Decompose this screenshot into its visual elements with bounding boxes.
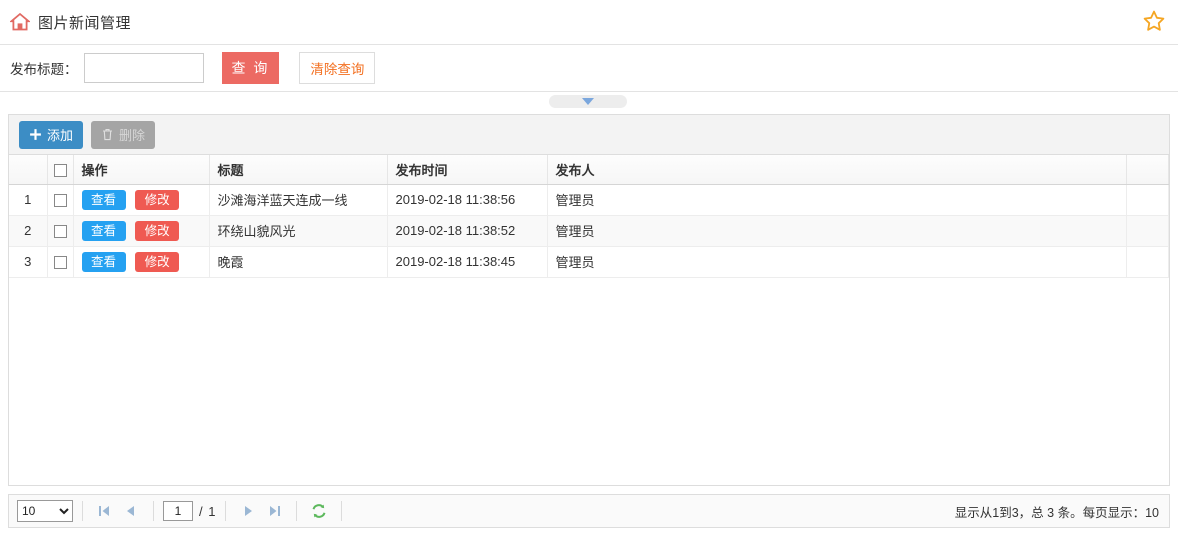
- chevron-down-icon: [582, 98, 594, 105]
- row-publish-time: 2019-02-18 11:38:52: [387, 215, 548, 247]
- row-publish-time: 2019-02-18 11:38:56: [387, 184, 548, 216]
- row-select-cell: [47, 215, 74, 247]
- select-all-checkbox[interactable]: [53, 163, 67, 177]
- edit-button[interactable]: 修改: [135, 189, 180, 210]
- add-button[interactable]: 添加: [19, 120, 84, 149]
- col-header-title: 标题: [209, 155, 388, 185]
- row-title: 晚霞: [209, 246, 388, 278]
- delete-button[interactable]: 删除: [91, 120, 156, 149]
- col-header-select-all: [47, 155, 74, 185]
- edit-button[interactable]: 修改: [135, 251, 180, 272]
- page-number-input[interactable]: [163, 501, 193, 521]
- view-button[interactable]: 查看: [81, 251, 126, 272]
- table-head: 操作 标题 发布时间 发布人: [9, 155, 1169, 185]
- row-spacer: [1126, 184, 1169, 216]
- pagination-status: 显示从1到3，总 3 条。每页显示：10: [954, 505, 1159, 520]
- pager-divider: [153, 501, 154, 521]
- page-title: 图片新闻管理: [38, 14, 132, 32]
- row-publisher: 管理员: [547, 246, 1127, 278]
- collapse-strip: [0, 92, 1178, 114]
- row-spacer: [1126, 215, 1169, 247]
- refresh-icon[interactable]: [310, 502, 328, 520]
- view-button[interactable]: 查看: [81, 189, 126, 210]
- row-index: 3: [9, 246, 48, 278]
- home-icon-svg: [10, 12, 30, 31]
- total-pages-label: / 1: [199, 503, 217, 519]
- col-header-index: [9, 155, 48, 185]
- row-publisher: 管理员: [547, 215, 1127, 247]
- row-checkbox[interactable]: [53, 194, 67, 208]
- col-header-operation: 操作: [73, 155, 210, 185]
- table-row[interactable]: 1 查看 修改 沙滩海洋蓝天连成一线 2019-02-18 11:38:56 管…: [9, 184, 1169, 216]
- next-page-icon[interactable]: [239, 502, 257, 520]
- row-title: 沙滩海洋蓝天连成一线: [209, 184, 388, 216]
- table-body: 1 查看 修改 沙滩海洋蓝天连成一线 2019-02-18 11:38:56 管…: [9, 184, 1169, 278]
- prev-page-icon[interactable]: [122, 502, 140, 520]
- query-button[interactable]: 查 询: [221, 52, 280, 84]
- star-icon-svg: [1143, 10, 1165, 31]
- row-index: 2: [9, 215, 48, 247]
- pagination-bar: 10 20 30 50 / 1: [8, 494, 1170, 528]
- grid-panel: 添加 删除 操作 标题 发布时间 发布人 1 查看 修改 沙滩海洋蓝天连成一线 …: [8, 114, 1170, 486]
- row-publish-time: 2019-02-18 11:38:45: [387, 246, 548, 278]
- row-select-cell: [47, 246, 74, 278]
- grid-toolbar: 添加 删除: [9, 115, 1169, 155]
- page-header: 图片新闻管理: [0, 0, 1178, 45]
- plus-icon: [29, 128, 42, 141]
- col-header-publish-time: 发布时间: [387, 155, 548, 185]
- search-input[interactable]: [83, 53, 204, 83]
- row-checkbox[interactable]: [53, 225, 67, 239]
- view-button[interactable]: 查看: [81, 220, 126, 241]
- row-actions: 查看 修改: [73, 215, 210, 247]
- search-label: 发布标题：: [10, 62, 78, 77]
- trash-icon: [101, 128, 114, 141]
- news-table: 操作 标题 发布时间 发布人 1 查看 修改 沙滩海洋蓝天连成一线 2019-0…: [9, 155, 1169, 278]
- col-header-spacer: [1126, 155, 1169, 185]
- row-actions: 查看 修改: [73, 184, 210, 216]
- pager-divider: [225, 501, 227, 521]
- collapse-toggle[interactable]: [549, 95, 627, 108]
- row-checkbox[interactable]: [53, 256, 67, 270]
- last-page-icon[interactable]: [265, 502, 283, 520]
- row-publisher: 管理员: [547, 184, 1127, 216]
- pager-divider: [296, 501, 298, 521]
- row-title: 环绕山貌风光: [209, 215, 388, 247]
- edit-button[interactable]: 修改: [135, 220, 180, 241]
- first-page-icon[interactable]: [96, 502, 114, 520]
- star-icon[interactable]: [1142, 9, 1166, 33]
- table-row[interactable]: 3 查看 修改 晚霞 2019-02-18 11:38:45 管理员: [9, 246, 1169, 278]
- row-actions: 查看 修改: [73, 246, 210, 278]
- pager-divider: [82, 501, 83, 521]
- row-select-cell: [47, 184, 74, 216]
- table-row[interactable]: 2 查看 修改 环绕山貌风光 2019-02-18 11:38:52 管理员: [9, 215, 1169, 247]
- search-bar: 发布标题： 查 询 清除查询: [0, 45, 1178, 92]
- row-index: 1: [9, 184, 48, 216]
- col-header-publisher: 发布人: [547, 155, 1127, 185]
- clear-query-button[interactable]: 清除查询: [299, 52, 376, 84]
- add-button-label: 添加: [47, 128, 74, 143]
- pager-divider: [341, 501, 343, 521]
- table-header-row: 操作 标题 发布时间 发布人: [9, 155, 1169, 185]
- page-size-select[interactable]: 10 20 30 50: [17, 500, 73, 522]
- row-spacer: [1126, 246, 1169, 278]
- home-icon: [10, 12, 38, 32]
- delete-button-label: 删除: [119, 128, 146, 143]
